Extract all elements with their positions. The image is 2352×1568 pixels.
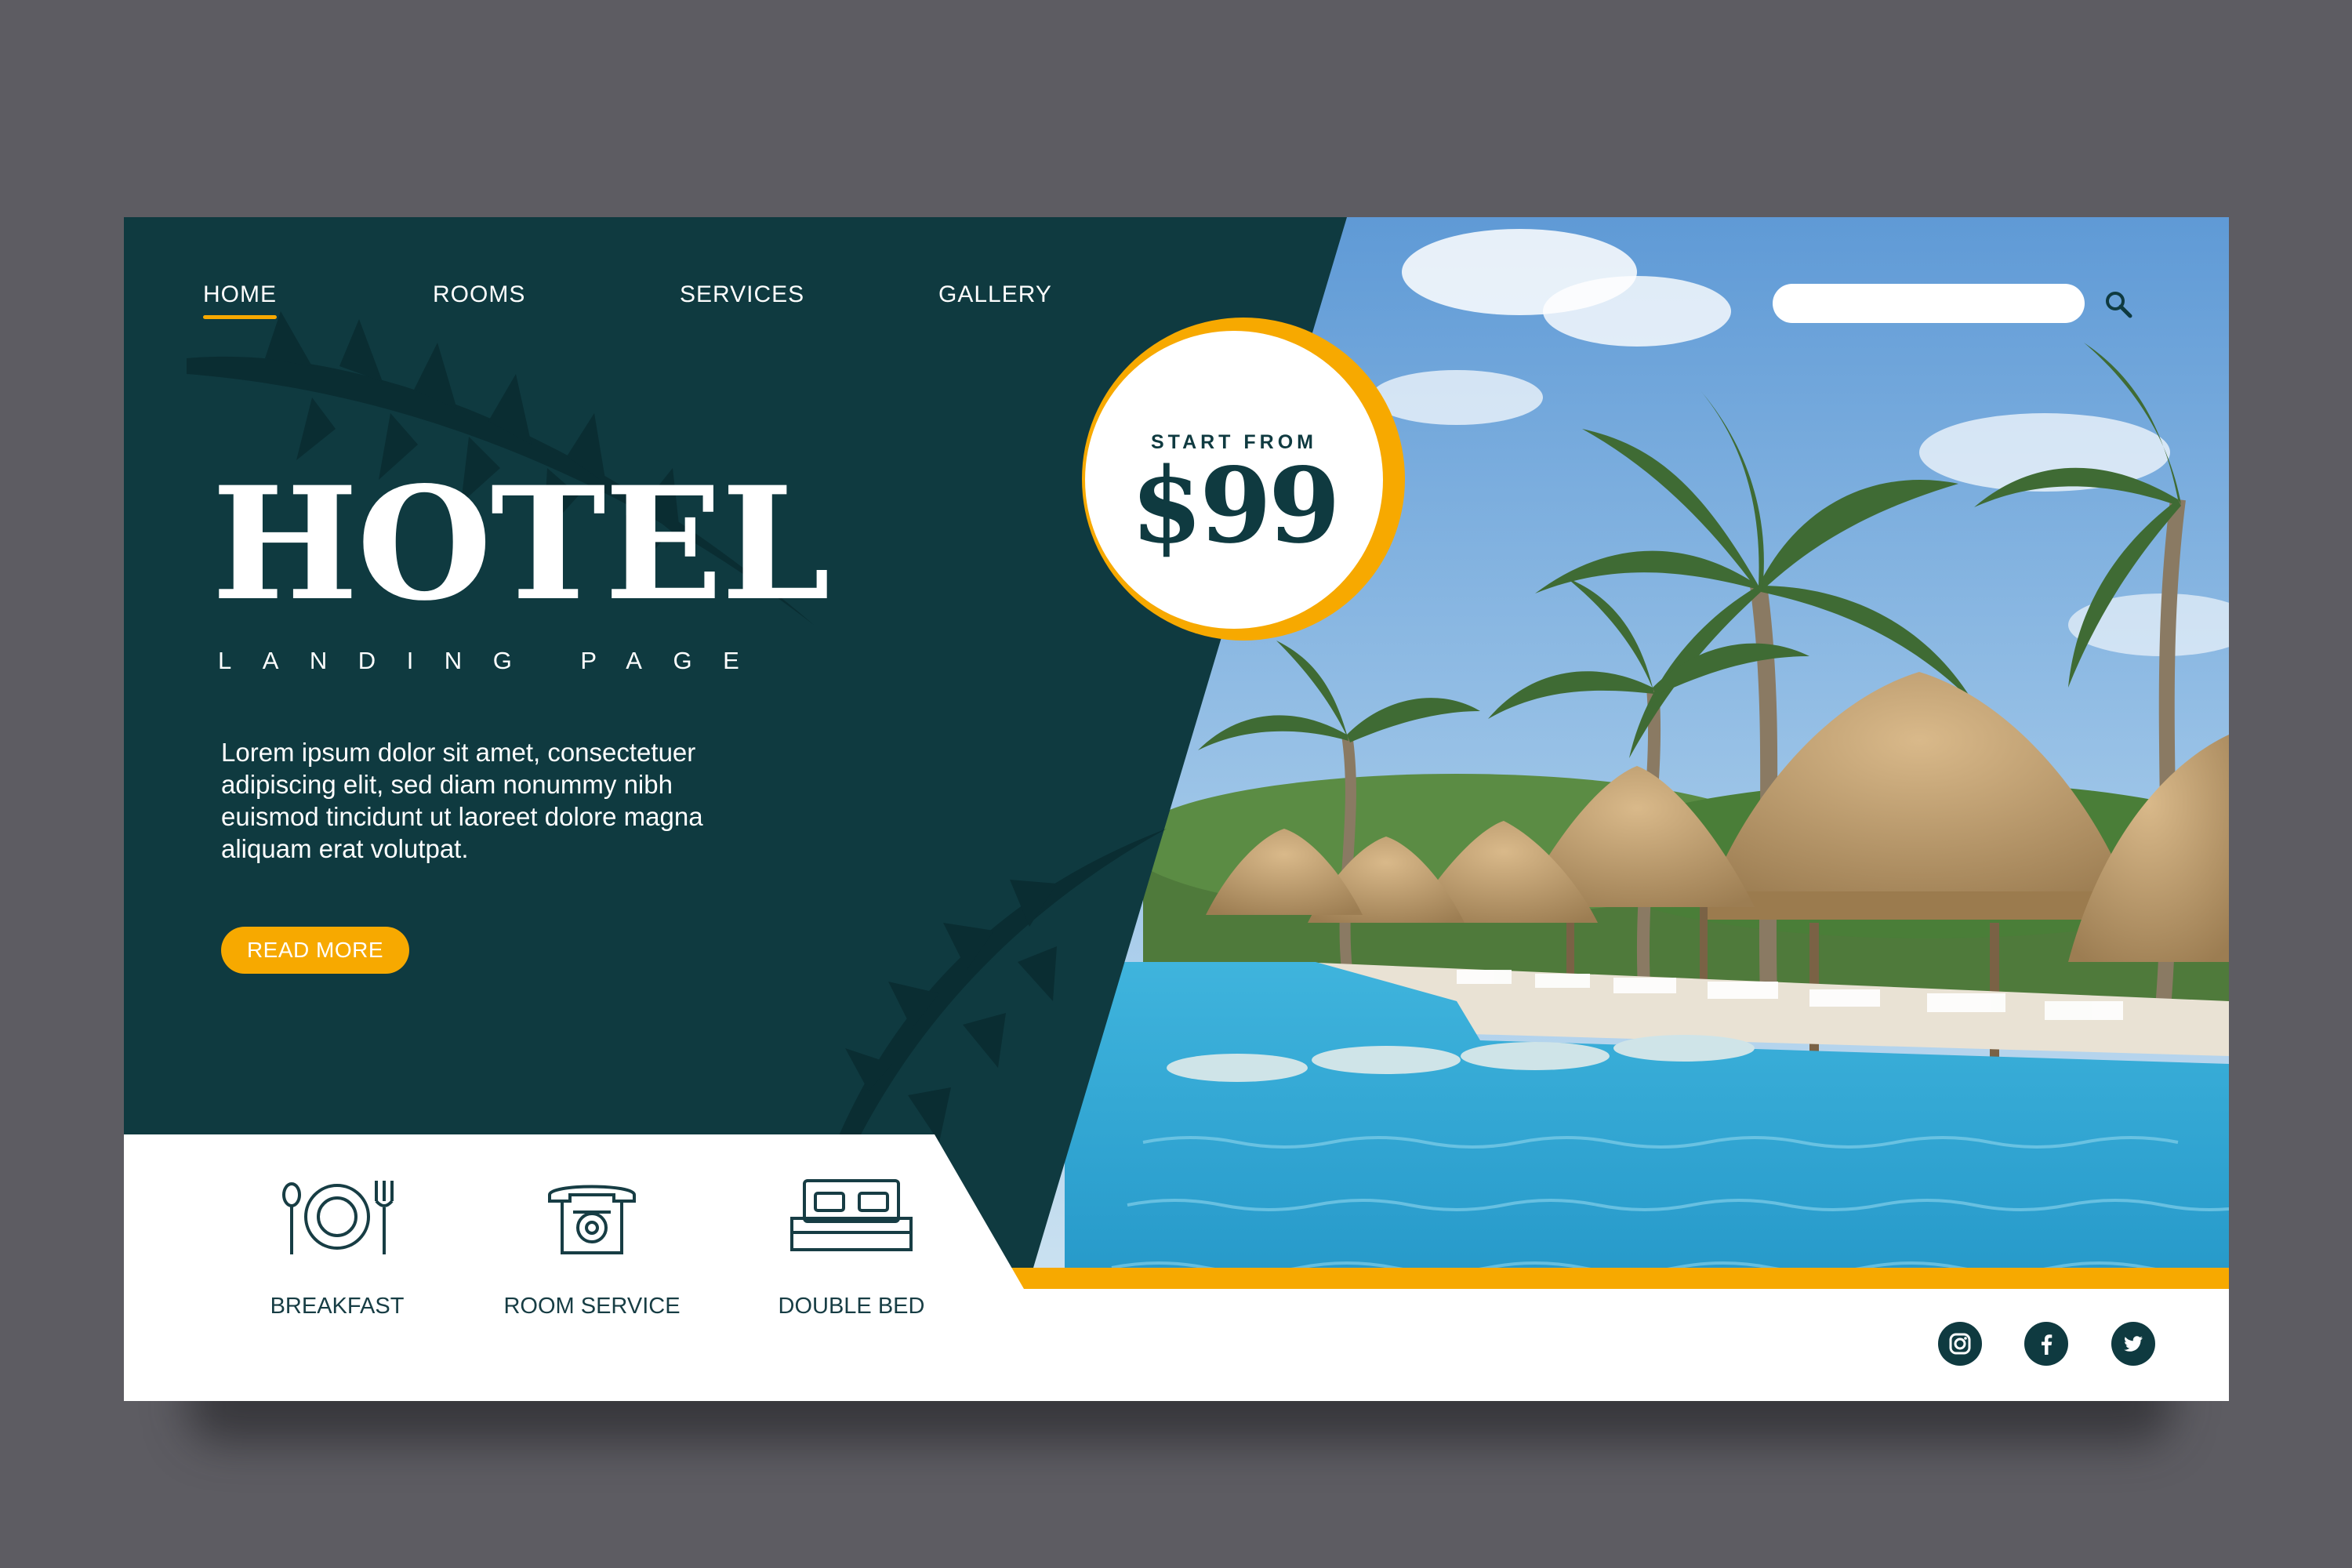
telephone-icon xyxy=(548,1185,636,1254)
twitter-button[interactable] xyxy=(2111,1322,2155,1366)
hero-subtitle: LANDING PAGE xyxy=(218,647,771,674)
plate-cutlery-icon xyxy=(282,1181,394,1254)
feature-room-service-label: ROOM SERVICE xyxy=(503,1294,681,1319)
twitter-icon xyxy=(2124,1336,2143,1352)
instagram-icon xyxy=(1949,1333,1971,1355)
hero-title: HOTEL xyxy=(212,452,830,635)
feature-breakfast: BREAKFAST xyxy=(220,1178,455,1319)
search-icon[interactable] xyxy=(2103,289,2133,319)
feature-room-service: ROOM SERVICE xyxy=(474,1178,710,1319)
double-bed-icon xyxy=(790,1179,913,1251)
nav-services[interactable]: SERVICES xyxy=(680,281,804,308)
nav-rooms[interactable]: ROOMS xyxy=(433,281,525,308)
search-input[interactable] xyxy=(1773,284,2085,323)
price-value: $99 xyxy=(1131,445,1341,567)
instagram-button[interactable] xyxy=(1938,1322,1982,1366)
hero-description: Lorem ipsum dolor sit amet, consectetuer… xyxy=(221,738,703,863)
read-more-button[interactable]: READ MORE xyxy=(221,927,409,974)
price-badge: START FROM $99 xyxy=(1085,331,1383,629)
feature-breakfast-label: BREAKFAST xyxy=(270,1294,405,1319)
facebook-button[interactable] xyxy=(2024,1322,2068,1366)
nav-gallery[interactable]: GALLERY xyxy=(938,281,1052,308)
feature-double-bed-label: DOUBLE BED xyxy=(778,1294,925,1319)
facebook-icon xyxy=(2042,1334,2053,1355)
landing-page-card: HOME ROOMS SERVICES GALLERY START FROM $… xyxy=(124,217,2229,1401)
nav-home[interactable]: HOME xyxy=(203,281,277,319)
feature-double-bed: DOUBLE BED xyxy=(734,1178,969,1319)
